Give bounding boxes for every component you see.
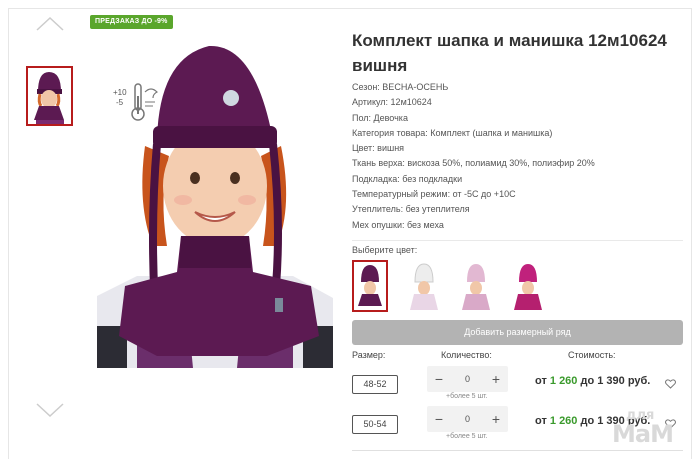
thumbs-prev-chevron-up-icon[interactable] (35, 16, 65, 32)
quantity-stepper: − 0 + (427, 406, 508, 432)
thumbnail-selected[interactable] (26, 66, 73, 126)
watermark-big-text: МаМ (612, 420, 674, 448)
price-range: от 1 260 до 1 390 руб. (535, 375, 650, 387)
spec-fur: Мех опушки: без меха (352, 219, 444, 230)
spec-gender: Пол: Девочка (352, 112, 408, 123)
price-low: 1 260 (549, 415, 578, 427)
spec-color: Цвет: вишня (352, 143, 405, 154)
add-size-range-button[interactable]: Добавить размерный ряд (352, 320, 683, 345)
spec-insulation: Утеплитель: без утеплителя (352, 204, 470, 215)
price-low: 1 260 (549, 375, 578, 387)
size-option[interactable]: 48-52 (352, 375, 398, 394)
color-swatch-cherry[interactable] (352, 260, 388, 312)
size-option[interactable]: 50-54 (352, 415, 398, 434)
price-to-text: до 1 390 руб. (577, 375, 651, 387)
spec-category: Категория товара: Комплект (шапка и мани… (352, 127, 553, 138)
favorite-heart-icon[interactable] (665, 376, 676, 389)
choose-color-label: Выберите цвет: (352, 245, 418, 255)
size-column-header: Размер: (352, 350, 386, 360)
main-product-image[interactable]: +10 -5 (97, 36, 333, 368)
decrease-quantity-button[interactable]: − (429, 406, 449, 432)
product-title: Комплект шапка и манишка 12м10624 вишня (352, 31, 667, 75)
color-swatch-pink[interactable] (458, 260, 494, 312)
watermark-logo: для МаМ (612, 408, 692, 454)
quantity-column-header: Количество: (441, 350, 492, 360)
quantity-stepper: − 0 + (427, 366, 508, 392)
increase-quantity-button[interactable]: + (486, 406, 506, 432)
cost-column-header: Стоимость: (568, 350, 616, 360)
preorder-badge: ПРЕДЗАКАЗ ДО -9% (90, 15, 173, 29)
price-from-text: от (535, 415, 550, 427)
price-from-text: от (535, 375, 550, 387)
spec-fabric: Ткань верха: вискоза 50%, полиамид 30%, … (352, 158, 595, 169)
more-than-5-note: +более 5 шт. (446, 433, 488, 440)
spec-lining: Подкладка: без подкладки (352, 173, 463, 184)
temperature-thermometer-icon: +10 -5 (113, 82, 159, 124)
more-than-5-note: +более 5 шт. (446, 393, 488, 400)
thumbs-next-chevron-down-icon[interactable] (35, 402, 65, 418)
temp-plus-label: +10 (113, 88, 127, 97)
color-swatch-magenta[interactable] (510, 260, 546, 312)
divider (352, 240, 683, 241)
product-specs: Сезон: ВЕСНА-ОСЕНЬ Артикул: 12м10624 Пол… (352, 80, 682, 233)
spec-article: Артикул: 12м10624 (352, 97, 432, 108)
quantity-value[interactable]: 0 (454, 366, 481, 392)
color-swatch-white[interactable] (406, 260, 442, 312)
spec-season: Сезон: ВЕСНА-ОСЕНЬ (352, 82, 449, 92)
increase-quantity-button[interactable]: + (486, 366, 506, 392)
decrease-quantity-button[interactable]: − (429, 366, 449, 392)
spec-temperature: Температурный режим: от -5С до +10С (352, 189, 516, 200)
temp-minus-label: -5 (116, 98, 124, 107)
quantity-value[interactable]: 0 (454, 406, 481, 432)
